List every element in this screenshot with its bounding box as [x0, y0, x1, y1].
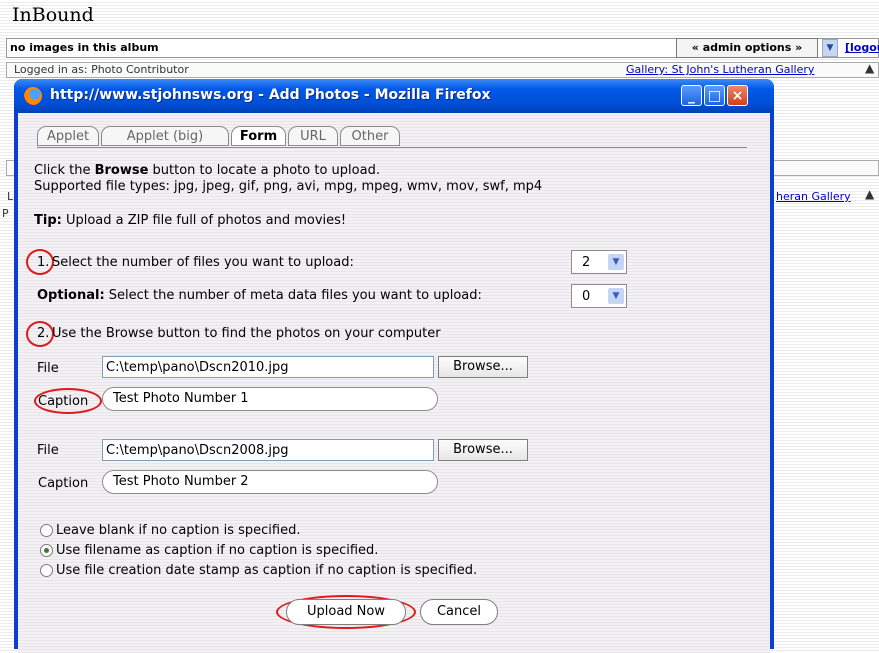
file-label-2: File [37, 443, 59, 458]
radio-use-filename[interactable] [40, 544, 53, 557]
logged-in-text: Logged in as: Photo Contributor [14, 63, 189, 76]
step2-number: 2. [37, 326, 50, 341]
firefox-window: http://www.stjohnsws.org - Add Photos - … [14, 79, 774, 653]
album-status: no images in this album [10, 41, 159, 54]
left-fragment-2: P [2, 207, 9, 220]
minimize-button[interactable]: _ [681, 85, 702, 106]
window-title: http://www.stjohnsws.org - Add Photos - … [50, 87, 491, 103]
tab-url[interactable]: URL [288, 126, 338, 146]
caption-label-1: Caption [38, 394, 89, 409]
tab-applet-big[interactable]: Applet (big) [101, 126, 229, 146]
upload-now-button[interactable]: Upload Now [286, 599, 406, 625]
file-count-value: 2 [582, 255, 591, 270]
supported-types: Supported file types: jpg, jpeg, gif, pn… [34, 179, 543, 194]
file-count-select[interactable]: 2 ▼ [571, 250, 627, 274]
file-path-input-2[interactable]: C:\temp\pano\Dscn2008.jpg [102, 439, 434, 461]
tab-divider [37, 147, 747, 148]
firefox-icon [24, 87, 42, 105]
radio-label-leave-blank: Leave blank if no caption is specified. [56, 523, 301, 538]
chevron-down-icon: ▼ [608, 288, 624, 304]
file-path-input-1[interactable]: C:\temp\pano\Dscn2010.jpg [102, 356, 434, 378]
tab-applet[interactable]: Applet [37, 126, 99, 146]
radio-label-use-date: Use file creation date stamp as caption … [56, 563, 478, 578]
maximize-button[interactable]: □ [704, 85, 725, 106]
up-arrow-icon[interactable]: ▲ [865, 61, 874, 75]
gallery-link-bottom[interactable]: heran Gallery [776, 190, 851, 203]
meta-count-value: 0 [582, 289, 591, 304]
tip-text: Tip: Upload a ZIP file full of photos an… [34, 213, 347, 228]
caption-input-2[interactable]: Test Photo Number 2 [102, 470, 438, 494]
step1-text: Select the number of files you want to u… [52, 255, 354, 270]
logout-link[interactable]: [logout] [845, 41, 879, 54]
tab-form[interactable]: Form [231, 126, 286, 146]
radio-use-date[interactable] [40, 564, 53, 577]
dialog-content: Applet Applet (big) Form URL Other Click… [18, 113, 770, 653]
gallery-link-top[interactable]: Gallery: St John's Lutheran Gallery [626, 63, 814, 76]
file-label-1: File [37, 361, 59, 376]
meta-count-select[interactable]: 0 ▼ [571, 284, 627, 308]
radio-leave-blank[interactable] [40, 524, 53, 537]
step1-number: 1. [37, 255, 50, 270]
up-arrow-icon-bottom[interactable]: ▲ [865, 187, 874, 201]
optional-text: Optional: Select the number of meta data… [37, 288, 482, 303]
chevron-down-icon[interactable]: ▼ [822, 39, 838, 57]
page-title: InBound [12, 4, 94, 26]
tab-other[interactable]: Other [340, 126, 400, 146]
chevron-down-icon: ▼ [608, 254, 624, 270]
left-fragment-1: L [7, 190, 14, 203]
close-button[interactable]: × [727, 85, 748, 106]
caption-input-1[interactable]: Test Photo Number 1 [102, 387, 438, 411]
browse-button-2[interactable]: Browse... [438, 439, 528, 461]
intro-line-1: Click the Browse button to locate a phot… [34, 163, 380, 178]
caption-label-2: Caption [38, 476, 89, 491]
step2-text: Use the Browse button to find the photos… [52, 326, 441, 341]
admin-options-select[interactable]: « admin options » [676, 38, 818, 58]
window-titlebar[interactable]: http://www.stjohnsws.org - Add Photos - … [14, 79, 774, 113]
cancel-button[interactable]: Cancel [420, 599, 498, 625]
browse-button-1[interactable]: Browse... [438, 356, 528, 378]
radio-label-use-filename: Use filename as caption if no caption is… [56, 543, 379, 558]
